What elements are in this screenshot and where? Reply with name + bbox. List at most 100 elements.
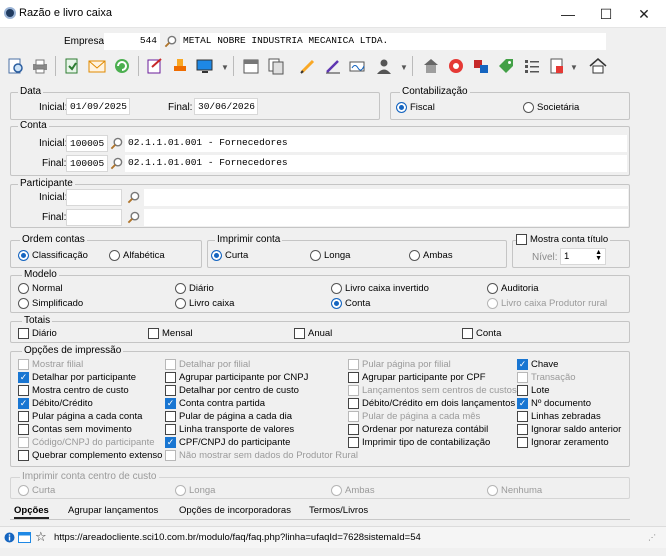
participante-final-input[interactable] [66, 209, 122, 226]
checkbox-n-documento-box[interactable]: ✓ [517, 398, 528, 409]
checkbox-lote-box[interactable] [517, 385, 528, 396]
tab-opcoes-incorporadoras[interactable]: Opções de incorporadoras [179, 505, 291, 516]
refresh-icon[interactable] [110, 54, 134, 78]
close-button[interactable]: ✕ [626, 0, 662, 28]
radio-societaria[interactable]: Societária [523, 102, 579, 113]
checkbox-agrupar-participante-por-cpf[interactable]: Agrupar participante por CPF [348, 372, 486, 383]
radio-normal-indicator[interactable] [18, 283, 29, 294]
conta-inicial-input[interactable]: 100005 [66, 135, 108, 152]
checkbox-detalhar-por-participante-box[interactable]: ✓ [18, 372, 29, 383]
checkbox-agrupar-participante-por-cnpj-box[interactable] [165, 372, 176, 383]
search-icon[interactable] [110, 157, 123, 170]
edit-icon[interactable] [143, 54, 167, 78]
radio-auditoria[interactable]: Auditoria [487, 283, 539, 294]
spinner-arrows-icon[interactable]: ▲ ▼ [595, 249, 602, 262]
mostra-conta-titulo-checkbox[interactable]: Mostra conta título [516, 234, 611, 245]
chevron-down-icon[interactable]: ▼ [400, 63, 408, 72]
checkbox-ignorar-zeramento[interactable]: Ignorar zeramento [517, 437, 609, 448]
checkbox-agrupar-participante-por-cpf-box[interactable] [348, 372, 359, 383]
radio-livro-caixa[interactable]: Livro caixa [175, 298, 234, 309]
checkbox-quebrar-complemento-extenso-box[interactable] [18, 450, 29, 461]
radio-longa-indicator[interactable] [310, 250, 321, 261]
pencil-icon[interactable] [296, 54, 320, 78]
radio-curta[interactable]: Curta [211, 250, 248, 261]
checkbox-debito-credito-em-dois-lancamentos-box[interactable] [348, 398, 359, 409]
checkbox-pular-pagina-a-cada-conta[interactable]: Pular página a cada conta [18, 411, 142, 422]
radio-diario-indicator[interactable] [175, 283, 186, 294]
checkbox-totais-conta-box[interactable] [462, 328, 473, 339]
checkbox-ordenar-por-natureza-contabil[interactable]: Ordenar por natureza contábil [348, 424, 488, 435]
signature-icon[interactable] [346, 54, 370, 78]
checkbox-ignorar-saldo-anterior-box[interactable] [517, 424, 528, 435]
checkbox-debito-credito-box[interactable]: ✓ [18, 398, 29, 409]
radio-alfabetica[interactable]: Alfabética [109, 250, 165, 261]
search-icon[interactable] [164, 35, 177, 48]
radio-classificacao-indicator[interactable] [18, 250, 29, 261]
export-icon[interactable] [60, 54, 84, 78]
radio-auditoria-indicator[interactable] [487, 283, 498, 294]
resize-grip-icon[interactable]: ⋰ [648, 533, 656, 542]
checkbox-totais-mensal[interactable]: Mensal [148, 328, 193, 339]
checkbox-quebrar-complemento-extenso[interactable]: Quebrar complemento extenso [18, 450, 162, 461]
search-icon[interactable] [110, 137, 123, 150]
radio-simplificado[interactable]: Simplificado [18, 298, 83, 309]
empresa-code-input[interactable]: 544 [104, 33, 160, 50]
checkbox-detalhar-por-centro-de-custo-box[interactable] [165, 385, 176, 396]
radio-societaria-indicator[interactable] [523, 102, 534, 113]
maximize-button[interactable]: ☐ [588, 0, 624, 28]
chevron-down-icon[interactable]: ▼ [221, 63, 229, 72]
checkbox-totais-diario[interactable]: Diário [18, 328, 57, 339]
data-final-input[interactable]: 30/06/2026 [194, 98, 258, 115]
radio-classificacao[interactable]: Classificação [18, 250, 88, 261]
radio-conta-indicator[interactable] [331, 298, 342, 309]
search-icon[interactable] [127, 211, 140, 224]
building-icon[interactable] [419, 54, 443, 78]
checkbox-cpf-cnpj-do-participante[interactable]: ✓ CPF/CNPJ do participante [165, 437, 290, 448]
radio-ambas-indicator[interactable] [409, 250, 420, 261]
tab-opcoes[interactable]: Opções [14, 505, 49, 519]
checkbox-lote[interactable]: Lote [517, 385, 550, 396]
checkbox-imprimir-tipo-de-contabilizacao-box[interactable] [348, 437, 359, 448]
conta-final-input[interactable]: 100005 [66, 155, 108, 172]
email-icon[interactable] [85, 54, 109, 78]
checkbox-pular-de-pagina-a-cada-dia-box[interactable] [165, 411, 176, 422]
home-icon[interactable] [586, 54, 610, 78]
checkbox-chave[interactable]: ✓ Chave [517, 359, 558, 370]
radio-diario[interactable]: Diário [175, 283, 214, 294]
radio-fiscal[interactable]: Fiscal [396, 102, 435, 113]
checkbox-linha-transporte-de-valores-box[interactable] [165, 424, 176, 435]
radio-normal[interactable]: Normal [18, 283, 63, 294]
radio-ambas[interactable]: Ambas [409, 250, 453, 261]
preview-icon[interactable] [4, 54, 28, 78]
checkbox-ignorar-zeramento-box[interactable] [517, 437, 528, 448]
nivel-spinner[interactable]: 1 ▲ ▼ [560, 248, 606, 265]
document-icon[interactable] [545, 54, 569, 78]
checkbox-ordenar-por-natureza-contabil-box[interactable] [348, 424, 359, 435]
checkbox-pular-pagina-a-cada-conta-box[interactable] [18, 411, 29, 422]
checkbox-contas-sem-movimento-box[interactable] [18, 424, 29, 435]
checkbox-detalhar-por-participante[interactable]: ✓ Detalhar por participante [18, 372, 136, 383]
star-icon[interactable]: ☆ [35, 529, 47, 545]
radio-curta-indicator[interactable] [211, 250, 222, 261]
checkbox-linhas-zebradas-box[interactable] [517, 411, 528, 422]
checkbox-totais-mensal-box[interactable] [148, 328, 159, 339]
checkbox-debito-credito-em-dois-lancamentos[interactable]: Débito/Crédito em dois lançamentos [348, 398, 515, 409]
checkbox-totais-diario-box[interactable] [18, 328, 29, 339]
config-icon[interactable] [469, 54, 493, 78]
lifebuoy-icon[interactable] [444, 54, 468, 78]
checkbox-pular-de-pagina-a-cada-dia[interactable]: Pular de página a cada dia [165, 411, 292, 422]
checkbox-ignorar-saldo-anterior[interactable]: Ignorar saldo anterior [517, 424, 621, 435]
print-icon[interactable] [28, 54, 52, 78]
info-icon[interactable] [4, 532, 15, 543]
radio-livro-caixa-indicator[interactable] [175, 298, 186, 309]
radio-alfabetica-indicator[interactable] [109, 250, 120, 261]
checkbox-agrupar-participante-por-cnpj[interactable]: Agrupar participante por CNPJ [165, 372, 308, 383]
participante-inicial-input[interactable] [66, 189, 122, 206]
checkbox-linha-transporte-de-valores[interactable]: Linha transporte de valores [165, 424, 294, 435]
radio-livro-caixa-invertido[interactable]: Livro caixa invertido [331, 283, 429, 294]
stamp-icon[interactable] [168, 54, 192, 78]
radio-conta[interactable]: Conta [331, 298, 370, 309]
checkbox-chave-box[interactable]: ✓ [517, 359, 528, 370]
checkbox-n-documento[interactable]: ✓ Nº documento [517, 398, 591, 409]
tag-icon[interactable] [494, 54, 518, 78]
